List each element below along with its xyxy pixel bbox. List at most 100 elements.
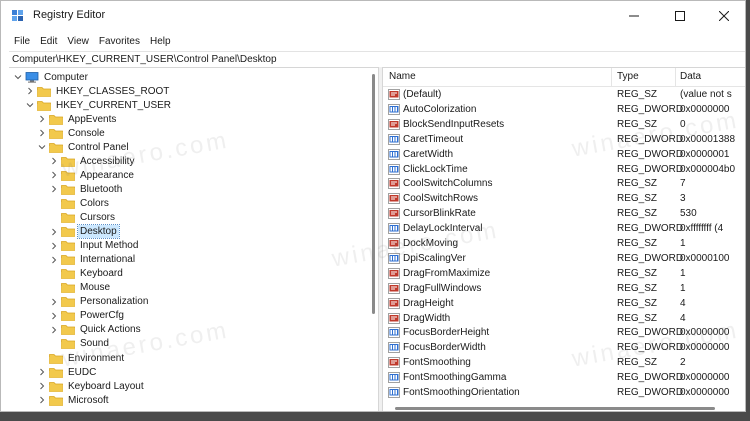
address-bar[interactable]: Computer\HKEY_CURRENT_USER\Control Panel…	[9, 51, 745, 68]
chevron-right-icon[interactable]	[49, 154, 59, 168]
value-name: DpiScalingVer	[403, 252, 466, 264]
menu-view[interactable]: View	[62, 36, 94, 47]
tree-item-control-panel[interactable]: Control Panel	[37, 140, 131, 154]
tree-item-mouse[interactable]: Mouse	[49, 281, 112, 295]
value-data: 0x0000000	[680, 372, 730, 384]
tree-item-accessibility[interactable]: Accessibility	[49, 154, 136, 168]
tree-item-appearance[interactable]: Appearance	[49, 168, 136, 182]
value-row-focusborderwidth[interactable]: FocusBorderWidth REG_DWORD 0x0000000	[383, 341, 745, 356]
value-row-focusborderheight[interactable]: FocusBorderHeight REG_DWORD 0x0000000	[383, 326, 745, 341]
maximize-button[interactable]	[657, 1, 703, 31]
tree-item-desktop[interactable]: Desktop	[49, 224, 120, 240]
chevron-right-icon[interactable]	[49, 182, 59, 196]
value-row-cursorblinkrate[interactable]: CursorBlinkRate REG_SZ 530	[383, 207, 745, 222]
chevron-down-icon[interactable]	[25, 98, 35, 112]
tree-item-bluetooth[interactable]: Bluetooth	[49, 182, 124, 196]
chevron-right-icon[interactable]	[37, 365, 47, 379]
tree-item-label: PowerCfg	[80, 310, 124, 322]
value-row-caretwidth[interactable]: CaretWidth REG_DWORD 0x0000001	[383, 148, 745, 163]
value-row-dragfrommaximize[interactable]: DragFromMaximize REG_SZ 1	[383, 267, 745, 282]
tree-item-powercfg[interactable]: PowerCfg	[49, 309, 126, 323]
value-row-fontsmoothingorientation[interactable]: FontSmoothingOrientation REG_DWORD 0x00000…	[383, 386, 745, 401]
tree-scroll-thumb[interactable]	[372, 74, 375, 314]
reg-sz-icon	[388, 89, 400, 100]
chevron-right-icon[interactable]	[49, 239, 59, 253]
value-data: 7	[680, 178, 686, 190]
tree-item-label: Desktop	[77, 224, 120, 240]
value-type: REG_DWORD	[617, 387, 684, 398]
chevron-right-icon[interactable]	[37, 379, 47, 393]
chevron-down-icon[interactable]	[13, 70, 23, 84]
chevron-right-icon[interactable]	[49, 295, 59, 309]
chevron-right-icon[interactable]	[37, 393, 47, 407]
tree-item-quick-actions[interactable]: Quick Actions	[49, 323, 143, 337]
tree-item-microsoft[interactable]: Microsoft	[37, 393, 111, 407]
tree-item-console[interactable]: Console	[37, 126, 107, 140]
column-divider[interactable]	[675, 68, 676, 86]
chevron-down-icon[interactable]	[37, 140, 47, 154]
value-row-delaylockinterval[interactable]: DelayLockInterval REG_DWORD 0xffffffff (4	[383, 222, 745, 237]
chevron-right-icon[interactable]	[37, 126, 47, 140]
chevron-right-icon[interactable]	[49, 225, 59, 239]
value-name: FontSmoothing	[403, 357, 471, 369]
reg-dword-icon	[388, 252, 400, 264]
value-row-carettimeout[interactable]: CaretTimeout REG_DWORD 0x00001388	[383, 133, 745, 148]
tree-item-eudc[interactable]: EUDC	[37, 365, 98, 379]
tree-item-keyboard-layout[interactable]: Keyboard Layout	[37, 379, 146, 393]
chevron-right-icon[interactable]	[49, 253, 59, 267]
value-row-fontsmoothinggamma[interactable]: FontSmoothingGamma REG_DWORD 0x0000000	[383, 371, 745, 386]
chevron-right-icon[interactable]	[49, 168, 59, 182]
value-row-blocksendinputresets[interactable]: BlockSendInputResets REG_SZ 0	[383, 118, 745, 133]
tree-item-cursors[interactable]: Cursors	[49, 211, 117, 225]
value-row-coolswitchcolumns[interactable]: CoolSwitchColumns REG_SZ 7	[383, 177, 745, 192]
value-name: FocusBorderWidth	[403, 342, 486, 354]
tree-item-international[interactable]: International	[49, 253, 137, 267]
chevron-right-icon[interactable]	[37, 112, 47, 126]
title-bar[interactable]: Registry Editor	[1, 1, 745, 31]
tree-item-input-method[interactable]: Input Method	[49, 239, 140, 253]
tree-item-hkey-current-user[interactable]: HKEY_CURRENT_USER	[25, 98, 173, 112]
value-row-dragfullwindows[interactable]: DragFullWindows REG_SZ 1	[383, 282, 745, 297]
minimize-button[interactable]	[611, 1, 657, 31]
value-row-clicklocktime[interactable]: ClickLockTime REG_DWORD 0x000004b0	[383, 163, 745, 178]
menu-edit[interactable]: Edit	[35, 36, 62, 47]
column-header-data[interactable]: Data	[680, 71, 701, 82]
values-horizontal-scrollbar[interactable]	[383, 403, 737, 411]
menu-help[interactable]: Help	[145, 36, 176, 47]
value-type: REG_SZ	[617, 193, 658, 205]
folder-icon	[49, 142, 63, 153]
column-divider[interactable]	[611, 68, 612, 86]
tree-item-keyboard[interactable]: Keyboard	[49, 267, 125, 281]
chevron-right-icon[interactable]	[49, 323, 59, 337]
key-tree-pane[interactable]: Computer HKEY_CLASSES_ROOT HKEY_CURRENT_US…	[9, 67, 379, 411]
value-row-dragwidth[interactable]: DragWidth REG_SZ 4	[383, 312, 745, 327]
menu-file[interactable]: File	[9, 36, 35, 47]
value-name: DragWidth	[403, 312, 451, 324]
column-header-type[interactable]: Type	[617, 71, 639, 82]
chevron-right-icon[interactable]	[25, 84, 35, 98]
values-scroll-thumb[interactable]	[395, 407, 715, 410]
value-row-fontsmoothing[interactable]: FontSmoothing REG_SZ 2	[383, 356, 745, 371]
value-row-dockmoving[interactable]: DockMoving REG_SZ 1	[383, 237, 745, 252]
chevron-right-icon[interactable]	[49, 309, 59, 323]
tree-item-hkey-classes-root[interactable]: HKEY_CLASSES_ROOT	[25, 84, 171, 98]
value-row-default[interactable]: (Default) REG_SZ (value not s	[383, 88, 745, 103]
values-list-pane[interactable]: Name Type Data (Default) REG_SZ (value not…	[382, 67, 745, 411]
menu-favorites[interactable]: Favorites	[94, 36, 145, 47]
tree-item-appevents[interactable]: AppEvents	[37, 112, 118, 126]
tree-vertical-scrollbar[interactable]	[369, 68, 378, 411]
close-button[interactable]	[701, 1, 745, 31]
value-row-autocolorization[interactable]: AutoColorization REG_DWORD 0x0000000	[383, 103, 745, 118]
reg-sz-icon	[388, 178, 400, 190]
value-row-coolswitchrows[interactable]: CoolSwitchRows REG_SZ 3	[383, 192, 745, 207]
column-header-name[interactable]: Name	[389, 71, 416, 82]
tree-item-environment[interactable]: Environment	[37, 351, 126, 365]
folder-icon	[49, 353, 63, 364]
tree-item-computer[interactable]: Computer	[13, 70, 90, 84]
tree-item-colors[interactable]: Colors	[49, 196, 111, 210]
value-row-dragheight[interactable]: DragHeight REG_SZ 4	[383, 297, 745, 312]
value-row-dpiscalingver[interactable]: DpiScalingVer REG_DWORD 0x0000100	[383, 252, 745, 267]
address-path[interactable]: Computer\HKEY_CURRENT_USER\Control Panel…	[12, 54, 277, 65]
tree-item-sound[interactable]: Sound	[49, 337, 111, 351]
tree-item-personalization[interactable]: Personalization	[49, 295, 150, 309]
